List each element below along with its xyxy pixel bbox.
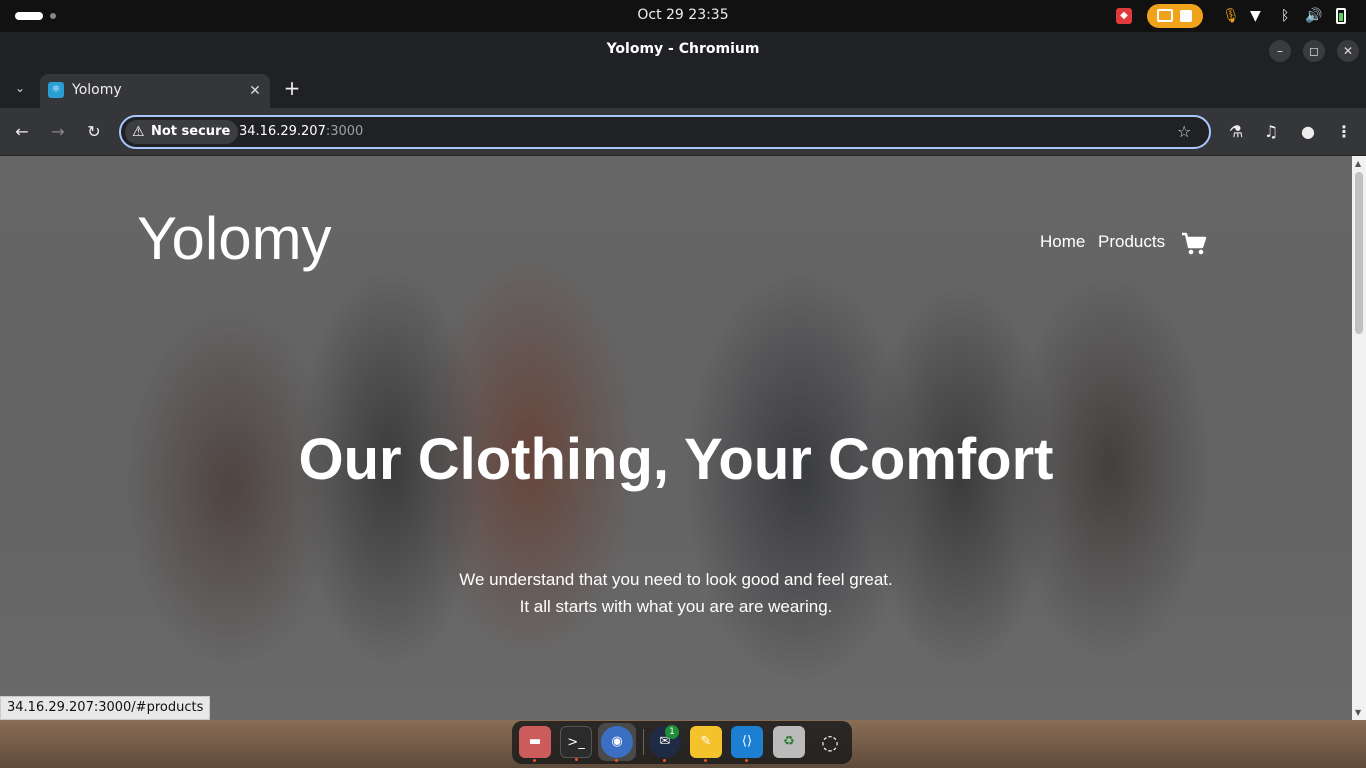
terminal-app-icon[interactable]: >_ bbox=[560, 726, 592, 761]
vscode-app-icon[interactable]: ⟨⟩ bbox=[731, 726, 763, 762]
close-tab-icon[interactable]: ✕ bbox=[246, 82, 264, 100]
screen-share-icon bbox=[1157, 9, 1173, 22]
ubuntu-dock: ▬ >_ ◉ ✉ 1 ✎ ⟨⟩ ♻ ◌ bbox=[512, 721, 852, 764]
site-logo[interactable]: Yolomy bbox=[137, 204, 332, 273]
wifi-icon[interactable]: ▼ bbox=[1250, 7, 1261, 25]
dock-separator bbox=[643, 729, 644, 755]
files-app-icon[interactable]: ▬ bbox=[519, 726, 551, 762]
tab-search-chevron-icon[interactable]: ⌄ bbox=[10, 78, 30, 98]
hero-heading: Our Clothing, Your Comfort bbox=[298, 427, 1054, 492]
back-arrow-icon[interactable]: ← bbox=[11, 121, 33, 143]
window-title: Yolomy - Chromium bbox=[606, 41, 760, 57]
notification-badge: 1 bbox=[665, 725, 679, 739]
show-apps-icon[interactable]: ◌ bbox=[814, 726, 846, 758]
minimize-button[interactable]: – bbox=[1269, 40, 1291, 62]
remote-desktop-icon[interactable]: ◆ bbox=[1116, 8, 1132, 24]
security-label: Not secure bbox=[151, 124, 231, 139]
nav-link-products[interactable]: Products bbox=[1098, 232, 1165, 252]
bookmark-star-icon[interactable]: ☆ bbox=[1177, 122, 1191, 141]
scroll-up-arrow-icon[interactable]: ▲ bbox=[1355, 159, 1361, 168]
bluetooth-icon[interactable]: ᛒ bbox=[1281, 7, 1289, 25]
volume-icon[interactable]: 🔊 bbox=[1305, 7, 1322, 25]
url-host: 34.16.29.207 bbox=[239, 124, 326, 139]
nav-link-home[interactable]: Home bbox=[1040, 232, 1085, 252]
address-bar[interactable]: ⚠ Not secure 34.16.29.207:3000 ☆ bbox=[119, 115, 1211, 149]
screen-share-indicator[interactable] bbox=[1147, 4, 1203, 28]
scrollbar-thumb[interactable] bbox=[1355, 172, 1363, 334]
maximize-button[interactable]: ◻ bbox=[1303, 40, 1325, 62]
hero-subtitle: We understand that you need to look good… bbox=[0, 566, 1352, 620]
browser-toolbar: ← → ↻ ⚠ Not secure 34.16.29.207:3000 ☆ ⚗… bbox=[0, 108, 1366, 156]
tab-yolomy[interactable]: ⚛ Yolomy ✕ bbox=[40, 74, 270, 108]
tab-strip: ⌄ ⚛ Yolomy ✕ + bbox=[0, 68, 1366, 108]
window-title-bar: Yolomy - Chromium – ◻ ✕ bbox=[0, 32, 1366, 68]
url-port: :3000 bbox=[325, 124, 364, 139]
forward-arrow-icon[interactable]: → bbox=[47, 121, 69, 143]
page-scrollbar[interactable]: ▲ ▼ bbox=[1352, 156, 1366, 720]
profile-avatar-icon[interactable]: ● bbox=[1297, 121, 1319, 143]
trash-icon[interactable]: ♻ bbox=[773, 726, 805, 758]
stop-share-icon[interactable] bbox=[1180, 10, 1192, 22]
link-hover-status: 34.16.29.207:3000/#products bbox=[0, 696, 211, 720]
tab-title: Yolomy bbox=[72, 82, 122, 98]
shopping-cart-icon[interactable] bbox=[1181, 232, 1207, 256]
text-editor-app-icon[interactable]: ✎ bbox=[690, 726, 722, 762]
system-top-bar: Oct 29 23:35 ◆ 🎙 ▼ ᛒ 🔊 bbox=[0, 0, 1366, 32]
battery-icon[interactable] bbox=[1336, 8, 1346, 24]
media-controls-icon[interactable]: ♫ bbox=[1260, 121, 1282, 143]
microphone-icon[interactable]: 🎙 bbox=[1222, 7, 1240, 25]
kebab-menu-icon[interactable]: ⋮ bbox=[1333, 121, 1355, 143]
page-viewport: Yolomy Home Products Our Clothing, Your … bbox=[0, 156, 1352, 720]
new-tab-button[interactable]: + bbox=[282, 78, 302, 98]
hero-subtitle-line-2: It all starts with what you are are wear… bbox=[519, 597, 833, 616]
close-window-button[interactable]: ✕ bbox=[1337, 40, 1359, 62]
warning-triangle-icon: ⚠ bbox=[132, 124, 145, 140]
labs-flask-icon[interactable]: ⚗ bbox=[1225, 121, 1247, 143]
hero-subtitle-line-1: We understand that you need to look good… bbox=[459, 570, 893, 589]
scroll-down-arrow-icon[interactable]: ▼ bbox=[1355, 708, 1361, 717]
site-security-chip[interactable]: ⚠ Not secure bbox=[125, 120, 239, 144]
url-text[interactable]: 34.16.29.207:3000 bbox=[239, 124, 363, 139]
react-favicon-icon: ⚛ bbox=[48, 82, 64, 98]
reload-icon[interactable]: ↻ bbox=[83, 121, 105, 143]
chromium-app-icon[interactable]: ◉ bbox=[601, 726, 633, 762]
